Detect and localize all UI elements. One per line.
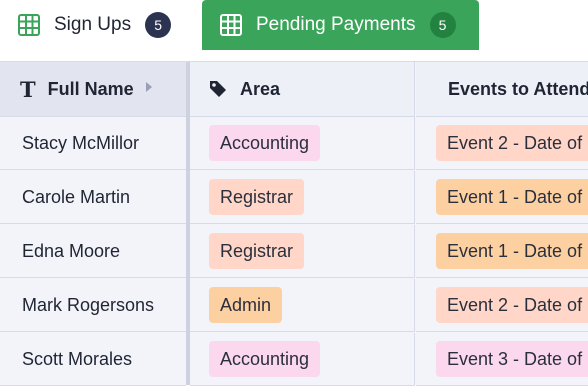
column-header-area[interactable]: Area: [190, 62, 415, 117]
column-menu-icon[interactable]: [146, 82, 152, 92]
events-cell[interactable]: Event 2 - Date of: [416, 117, 588, 170]
tab-count-badge: 5: [429, 12, 456, 38]
column-header-label: Full Name: [47, 78, 134, 99]
tab-sign-ups[interactable]: Sign Ups 5: [0, 0, 200, 50]
full-name-cell[interactable]: Mark Rogersons: [0, 279, 186, 332]
event-tag: Event 1 - Date of: [436, 179, 588, 215]
full-name-cell[interactable]: Carole Martin: [0, 171, 186, 224]
area-tag: Admin: [209, 287, 283, 323]
table-row[interactable]: Mark Rogersons Admin Event 2 - Date of: [0, 279, 588, 333]
event-tag: Event 3 - Date of: [436, 341, 588, 377]
column-header-full-name[interactable]: T Full Name: [0, 62, 186, 117]
column-header-events[interactable]: Events to Attend: [416, 62, 588, 117]
tab-label: Sign Ups: [54, 14, 132, 35]
frozen-column-divider[interactable]: [186, 62, 190, 385]
column-header-label: Area: [240, 78, 281, 99]
area-tag: Registrar: [209, 179, 305, 215]
area-tag: Registrar: [209, 233, 305, 269]
text-type-icon: T: [20, 76, 36, 102]
area-cell[interactable]: Registrar: [190, 171, 415, 224]
event-tag: Event 2 - Date of: [436, 287, 588, 323]
table-row[interactable]: Carole Martin Registrar Event 1 - Date o…: [0, 171, 588, 225]
data-grid: T Full Name Area Events to Attend Stacy …: [0, 61, 588, 387]
table-row[interactable]: Stacy McMillor Accounting Event 2 - Date…: [0, 117, 588, 171]
column-header-label: Events to Attend: [448, 78, 588, 99]
event-tag: Event 1 - Date of: [436, 233, 588, 269]
full-name-cell[interactable]: Edna Moore: [0, 225, 186, 278]
table-icon: [220, 14, 242, 36]
area-cell[interactable]: Admin: [190, 279, 415, 332]
table-row[interactable]: Edna Moore Registrar Event 1 - Date of: [0, 225, 588, 279]
tab-pending-payments[interactable]: Pending Payments 5: [202, 0, 479, 50]
events-cell[interactable]: Event 1 - Date of: [416, 171, 588, 224]
table-row[interactable]: Scott Morales Accounting Event 3 - Date …: [0, 333, 588, 387]
area-cell[interactable]: Accounting: [190, 117, 415, 170]
tag-icon: [210, 81, 226, 97]
tab-label: Pending Payments: [256, 14, 416, 35]
tab-count-badge: 5: [145, 12, 172, 38]
full-name-cell[interactable]: Scott Morales: [0, 333, 186, 386]
area-cell[interactable]: Registrar: [190, 225, 415, 278]
area-tag: Accounting: [209, 125, 321, 161]
full-name-cell[interactable]: Stacy McMillor: [0, 117, 186, 170]
tab-bar: Sign Ups 5 Pending Payments 5: [0, 0, 588, 52]
events-cell[interactable]: Event 3 - Date of: [416, 333, 588, 386]
event-tag: Event 2 - Date of: [436, 125, 588, 161]
area-tag: Accounting: [209, 341, 321, 377]
table-icon: [18, 14, 40, 36]
area-cell[interactable]: Accounting: [190, 333, 415, 386]
events-cell[interactable]: Event 1 - Date of: [416, 225, 588, 278]
events-cell[interactable]: Event 2 - Date of: [416, 279, 588, 332]
